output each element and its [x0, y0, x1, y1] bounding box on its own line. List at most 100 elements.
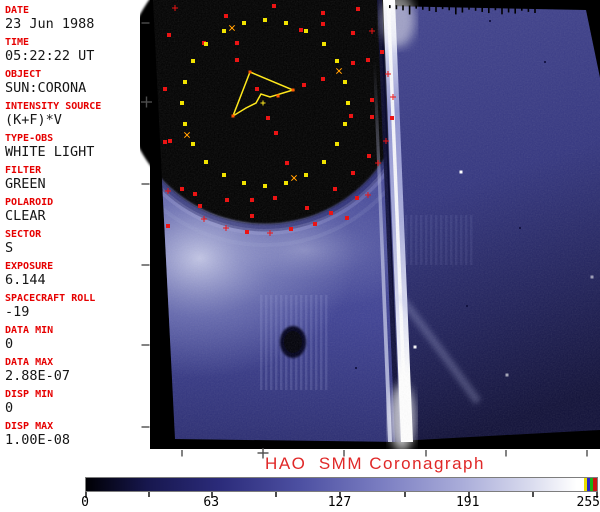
fiducial-red-dot: [390, 116, 394, 120]
fiducial-red-dot: [367, 154, 371, 158]
fiducial-red-dot: [370, 98, 374, 102]
field-label: DISP MIN: [5, 389, 54, 400]
fiducial-red-dot: [235, 58, 239, 62]
polygon-vertex-dot: [276, 94, 280, 98]
metadata-field: SPACECRAFT ROLL -19: [5, 293, 150, 320]
fiducial-yellow-dot: [304, 173, 308, 177]
top-dash: [488, 7, 490, 14]
fiducial-red-dot: [266, 116, 270, 120]
fiducial-yellow-dot: [335, 59, 339, 63]
metadata-field: EXPOSURE 6.144: [5, 261, 150, 288]
fiducial-red-dot: [329, 211, 333, 215]
fiducial-red-dot: [180, 187, 184, 191]
top-dash: [415, 5, 417, 9]
field-value: 0: [5, 400, 14, 416]
fiducial-red-dot: [250, 214, 254, 218]
colorbar-end-stripe: [587, 478, 590, 491]
fiducial-red-dot: [274, 131, 278, 135]
fiducial-red-dot: [355, 196, 359, 200]
field-value: 05:22:22 UT: [5, 48, 95, 64]
colorbar-tick-label: 0: [81, 495, 89, 510]
polygon-vertex-dot: [291, 88, 295, 92]
colorbar: [85, 477, 598, 492]
top-dash: [527, 7, 530, 12]
fiducial-red-dot: [351, 171, 355, 175]
fiducial-red-dot: [302, 83, 306, 87]
metadata-field: POLAROID CLEAR: [5, 197, 150, 224]
fiducial-red-dot: [224, 14, 228, 18]
fiducial-red-dot: [250, 198, 254, 202]
fiducial-red-dot: [272, 4, 276, 8]
metadata-sidebar: DATE 23 Jun 1988 TIME 05:22:22 UT OBJECT SUN:…: [0, 0, 150, 449]
fiducial-red-dot: [305, 206, 309, 210]
metadata-field: DATA MIN 0: [5, 325, 150, 352]
fiducial-red-dot: [366, 58, 370, 62]
top-dash: [422, 5, 424, 10]
fiducial-yellow-dot: [183, 122, 187, 126]
field-value: (K+F)*V: [5, 112, 62, 128]
fiducial-red-dot: [193, 192, 197, 196]
top-dash: [455, 6, 457, 15]
fiducial-red-dot: [245, 230, 249, 234]
fiducial-red-dot: [285, 161, 289, 165]
top-dash: [474, 6, 477, 11]
fiducial-red-dot: [163, 87, 167, 91]
fiducial-red-dot: [163, 140, 167, 144]
metadata-field: DATE 23 Jun 1988: [5, 5, 150, 32]
fiducial-red-dot: [333, 187, 337, 191]
field-value: SUN:CORONA: [5, 80, 87, 96]
field-value: 2.88E-07: [5, 368, 71, 384]
fiducial-red-dot: [321, 22, 325, 26]
colorbar-tick-label: 191: [455, 495, 480, 510]
metadata-field: SECTOR S: [5, 229, 150, 256]
fiducial-yellow-dot: [242, 21, 246, 25]
fiducial-red-dot: [299, 28, 303, 32]
dark-speck: [488, 19, 492, 23]
fiducial-yellow-dot: [343, 122, 347, 126]
polygon-vertex-dot: [231, 114, 235, 118]
top-dash: [501, 7, 503, 15]
fiducial-red-dot: [198, 204, 202, 208]
image-title: HAO SMM Coronagraph: [265, 454, 485, 473]
colorbar-end-stripe: [593, 478, 597, 491]
top-dash: [494, 7, 497, 11]
top-dash: [507, 7, 510, 13]
field-label: DATA MIN: [5, 325, 54, 336]
star-dot: [590, 275, 594, 279]
metadata-field: TYPE-OBS WHITE LIGHT: [5, 133, 150, 160]
top-dash: [435, 6, 437, 13]
fiducial-yellow-dot: [204, 160, 208, 164]
star-dot: [505, 373, 509, 377]
top-dash: [408, 5, 411, 15]
field-value: S: [5, 240, 14, 256]
fiducial-yellow-dot: [335, 142, 339, 146]
star-dot: [459, 170, 463, 174]
top-dash: [514, 7, 516, 14]
fiducial-red-dot: [255, 87, 259, 91]
star-dot: [413, 345, 417, 349]
fiducial-red-dot: [321, 11, 325, 15]
fiducial-red-dot: [166, 224, 170, 228]
fiducial-red-dot: [345, 216, 349, 220]
coronagraph-image: [123, 0, 600, 459]
fiducial-yellow-dot: [222, 29, 226, 33]
field-value: 6.144: [5, 272, 46, 288]
fiducial-yellow-dot: [191, 59, 195, 63]
fiducial-yellow-dot: [222, 173, 226, 177]
fiducial-yellow-dot: [204, 42, 208, 46]
fiducial-yellow-dot: [263, 18, 267, 22]
top-dash: [461, 6, 464, 13]
colorbar-end-stripe: [590, 478, 593, 491]
colorbar-tick-label: 127: [327, 495, 352, 510]
top-dash: [402, 5, 404, 11]
fiducial-red-dot: [273, 196, 277, 200]
fiducial-red-dot: [321, 77, 325, 81]
field-value: CLEAR: [5, 208, 46, 224]
fiducial-red-dot: [370, 115, 374, 119]
top-dash: [521, 7, 523, 11]
fiducial-red-dot: [380, 50, 384, 54]
top-dash: [389, 5, 391, 9]
field-label: SECTOR: [5, 229, 42, 240]
field-value: GREEN: [5, 176, 46, 192]
fiducial-yellow-dot: [183, 80, 187, 84]
